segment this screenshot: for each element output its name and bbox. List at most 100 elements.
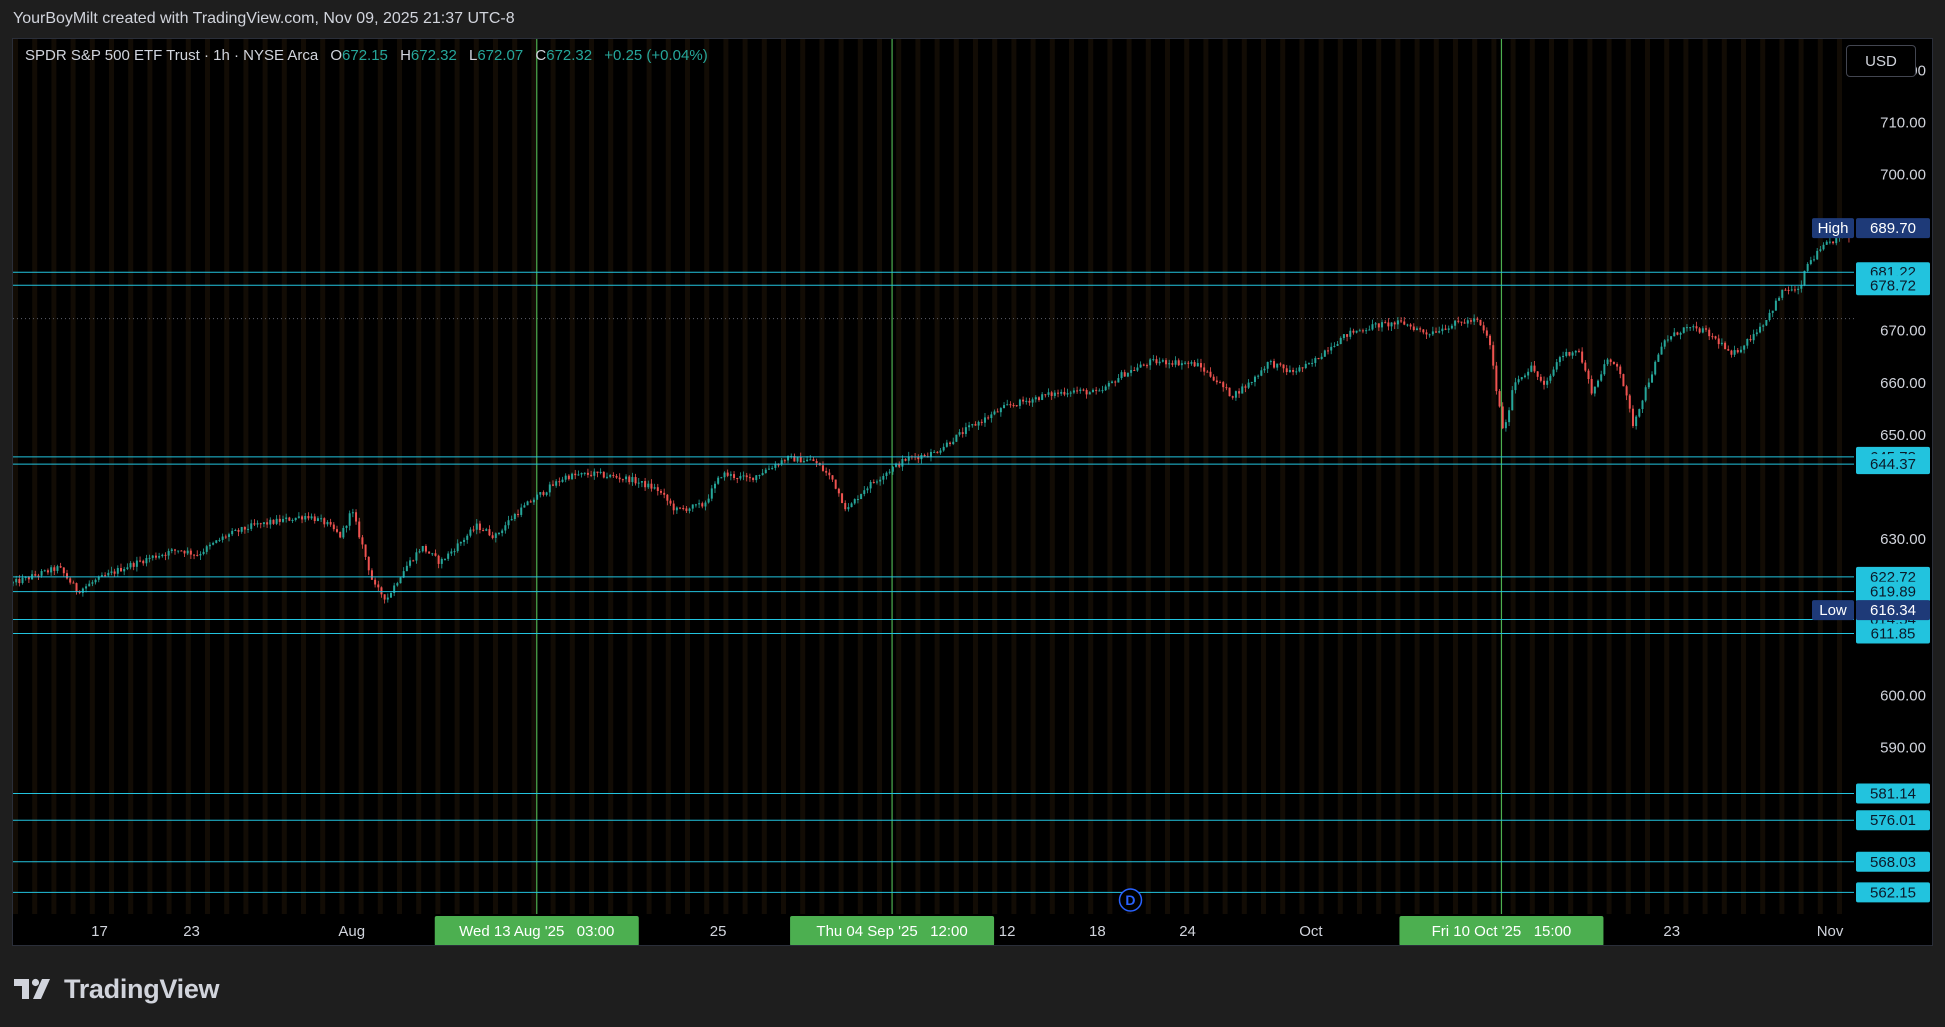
candle-body bbox=[1091, 389, 1094, 393]
candle-body bbox=[834, 479, 837, 489]
candle-body bbox=[237, 529, 240, 532]
candle-body bbox=[1552, 369, 1555, 376]
candle-body bbox=[1247, 382, 1250, 388]
candle-body bbox=[1482, 325, 1485, 331]
candle-body bbox=[1412, 326, 1415, 331]
candle-body bbox=[139, 560, 142, 562]
candle-body bbox=[1685, 327, 1688, 329]
candle-body bbox=[272, 519, 275, 524]
candle-body bbox=[1568, 351, 1571, 356]
candle-body bbox=[1219, 382, 1222, 384]
candle-body bbox=[418, 551, 421, 553]
candle-body bbox=[1784, 289, 1787, 291]
candle-body bbox=[110, 571, 113, 573]
session-band bbox=[1645, 39, 1650, 914]
session-band bbox=[1184, 39, 1190, 914]
candle-body bbox=[107, 572, 110, 576]
candle-body bbox=[656, 487, 659, 492]
candle-body bbox=[313, 516, 316, 522]
candle-body bbox=[104, 575, 107, 577]
candle-body bbox=[1377, 323, 1380, 328]
candle-body bbox=[742, 475, 745, 477]
candle-body bbox=[774, 464, 777, 468]
candle-body bbox=[332, 524, 335, 530]
candle-body bbox=[1733, 350, 1736, 355]
price-chart[interactable]: 720.00710.00700.00670.00660.00650.00630.… bbox=[13, 39, 1932, 945]
candle-body bbox=[1676, 332, 1679, 335]
low-tag-label: Low bbox=[1819, 602, 1847, 619]
candle-body bbox=[183, 550, 186, 554]
candle-body bbox=[1571, 352, 1574, 356]
candle-body bbox=[1562, 355, 1565, 358]
candle-body bbox=[1190, 362, 1193, 364]
candle-body bbox=[1485, 330, 1488, 336]
chart-panel[interactable]: 720.00710.00700.00670.00660.00650.00630.… bbox=[12, 38, 1933, 946]
candle-body bbox=[1447, 328, 1450, 330]
candle-body bbox=[888, 471, 891, 473]
candle-body bbox=[682, 507, 685, 509]
candle-body bbox=[650, 483, 653, 489]
session-band bbox=[1165, 39, 1170, 914]
price-level-label: 644.37 bbox=[1870, 456, 1916, 473]
candle-body bbox=[1101, 390, 1104, 392]
session-band bbox=[512, 39, 518, 914]
session-band bbox=[1241, 39, 1247, 914]
tradingview-logo[interactable]: TradingView bbox=[14, 972, 220, 1006]
candle-body bbox=[1225, 387, 1228, 389]
candle-body bbox=[577, 474, 580, 476]
candle-body bbox=[1720, 342, 1723, 345]
candle-body bbox=[215, 540, 218, 543]
candle-body bbox=[806, 459, 809, 462]
candle-body bbox=[713, 483, 716, 489]
candle-body bbox=[1037, 397, 1040, 400]
price-level-label: 581.14 bbox=[1870, 785, 1916, 802]
candle-body bbox=[875, 481, 878, 483]
candle-body bbox=[637, 482, 640, 484]
candle-body bbox=[469, 529, 472, 536]
candle-body bbox=[1549, 375, 1552, 381]
candle-body bbox=[1199, 363, 1202, 368]
session-band bbox=[973, 39, 978, 914]
price-level-label: 576.01 bbox=[1870, 812, 1916, 829]
candle-body bbox=[548, 484, 551, 493]
candle-body bbox=[1511, 390, 1514, 411]
candle-body bbox=[1085, 389, 1088, 395]
candle-body bbox=[1047, 392, 1050, 395]
candle-body bbox=[1158, 361, 1161, 364]
session-band bbox=[1107, 39, 1113, 914]
candle-body bbox=[1288, 369, 1291, 373]
session-band bbox=[262, 39, 268, 914]
symbol-name: SPDR S&P 500 ETF Trust · 1h · NYSE Arca bbox=[25, 47, 319, 64]
y-tick-label: 660.00 bbox=[1880, 375, 1926, 392]
candle-body bbox=[1730, 350, 1733, 355]
candle-body bbox=[853, 499, 856, 504]
candle-body bbox=[1438, 331, 1441, 333]
candle-body bbox=[1276, 363, 1279, 368]
candle-body bbox=[1317, 358, 1320, 360]
candle-body bbox=[1822, 244, 1825, 250]
session-band bbox=[224, 39, 230, 914]
candle-body bbox=[1155, 359, 1158, 364]
candle-body bbox=[1009, 404, 1012, 406]
candle-body bbox=[1441, 328, 1444, 332]
candle-body bbox=[1527, 371, 1530, 376]
candle-body bbox=[189, 550, 192, 555]
candle-body bbox=[1622, 374, 1625, 387]
candle-body bbox=[729, 474, 732, 476]
candle-body bbox=[491, 535, 494, 538]
candle-body bbox=[574, 473, 577, 476]
candle-body bbox=[170, 549, 173, 552]
candle-body bbox=[1574, 350, 1577, 353]
candle-body bbox=[1269, 361, 1272, 363]
candle-body bbox=[1492, 345, 1495, 366]
candle-body bbox=[882, 476, 885, 480]
close-value: 672.32 bbox=[546, 47, 593, 64]
candle-body bbox=[208, 544, 211, 547]
candle-body bbox=[193, 554, 196, 556]
currency-button[interactable]: USD bbox=[1846, 45, 1916, 77]
session-band bbox=[1491, 39, 1497, 914]
candle-body bbox=[234, 529, 237, 531]
candle-body bbox=[1044, 394, 1047, 396]
candle-body bbox=[1793, 289, 1796, 291]
candle-body bbox=[704, 502, 707, 507]
